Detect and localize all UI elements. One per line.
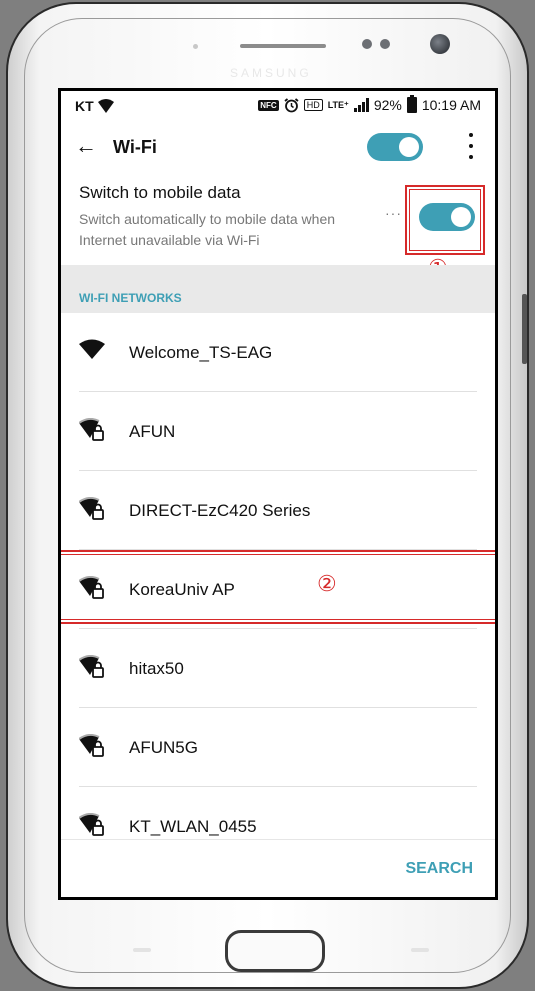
network-item[interactable]: DIRECT-EzC420 Series xyxy=(79,471,477,550)
proximity-sensor xyxy=(193,44,198,49)
wifi-lock-icon xyxy=(79,813,104,836)
network-name: AFUN xyxy=(129,422,176,441)
front-camera xyxy=(430,34,450,54)
bottom-bar: SEARCH xyxy=(61,839,495,897)
sensor-dot xyxy=(380,39,390,49)
wifi-master-toggle[interactable] xyxy=(367,133,423,161)
signal-icon xyxy=(353,98,369,112)
carrier-label: KT xyxy=(75,98,94,114)
back-arrow-icon[interactable]: ← xyxy=(75,133,97,159)
brand-logo: SAMSUNG xyxy=(230,66,312,80)
sensor-dot xyxy=(362,39,372,49)
wifi-lock-icon xyxy=(79,734,104,757)
annotation-box-2 xyxy=(61,550,495,624)
annotation-marker-2: ② xyxy=(317,571,337,596)
mobile-data-switch-row[interactable]: Switch to mobile data Switch automatical… xyxy=(61,173,495,265)
search-button[interactable]: SEARCH xyxy=(405,860,473,878)
wifi-status-icon xyxy=(97,99,114,113)
network-name: KT_WLAN_0455 xyxy=(129,817,257,836)
network-item[interactable]: AFUN xyxy=(79,392,477,471)
more-options-icon[interactable] xyxy=(461,131,481,161)
screen: KT NFC HD LTE⁺ 92% 10:19 AM ← Wi-Fi Swit… xyxy=(58,88,498,900)
network-name: hitax50 xyxy=(129,659,184,678)
network-name: DIRECT-EzC420 Series xyxy=(129,501,311,520)
side-key xyxy=(522,294,527,364)
earpiece-speaker xyxy=(240,44,326,48)
mobile-data-description: Switch automatically to mobile data when… xyxy=(79,211,336,248)
hd-voice-icon: HD xyxy=(303,99,323,111)
app-bar: ← Wi-Fi xyxy=(61,121,495,173)
back-key[interactable] xyxy=(411,948,429,952)
toggle-knob xyxy=(399,137,419,157)
battery-percent: 92% xyxy=(373,97,402,113)
battery-icon xyxy=(406,95,417,113)
mobile-data-more-icon[interactable]: ··· xyxy=(385,205,402,221)
alarm-icon xyxy=(284,97,299,112)
section-header: WI-FI NETWORKS xyxy=(61,265,495,313)
wifi-lock-icon xyxy=(79,497,104,520)
network-name: AFUN5G xyxy=(129,738,198,757)
wifi-lock-icon xyxy=(79,418,104,441)
wifi-icon xyxy=(79,339,105,359)
network-item[interactable]: hitax50 xyxy=(79,629,477,708)
nfc-icon: NFC xyxy=(258,99,279,111)
clock: 10:19 AM xyxy=(421,97,481,113)
network-item[interactable]: AFUN5G xyxy=(79,708,477,787)
home-button[interactable] xyxy=(225,930,325,972)
network-item[interactable]: Welcome_TS-EAG xyxy=(79,313,477,392)
page-title: Wi-Fi xyxy=(113,137,157,157)
wifi-lock-icon xyxy=(79,655,104,678)
recent-apps-key[interactable] xyxy=(133,948,151,952)
status-bar: KT NFC HD LTE⁺ 92% 10:19 AM xyxy=(61,91,495,121)
network-name: Welcome_TS-EAG xyxy=(129,343,273,362)
mobile-data-title: Switch to mobile data xyxy=(79,183,241,202)
lte-icon: LTE⁺ xyxy=(327,99,349,110)
section-header-label: WI-FI NETWORKS xyxy=(79,291,182,305)
annotation-box-1 xyxy=(405,185,485,255)
